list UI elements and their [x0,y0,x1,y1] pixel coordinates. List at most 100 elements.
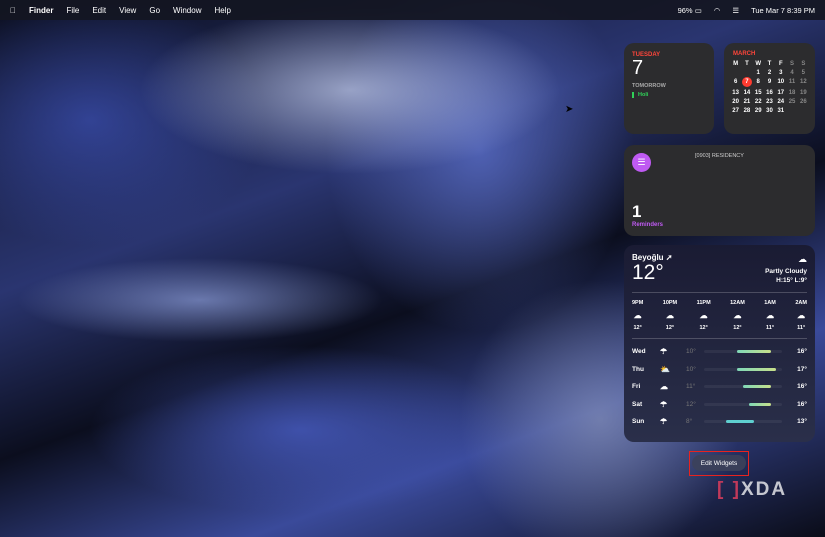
hour-label: 11PM [696,300,711,306]
low-temp: 11° [686,383,696,391]
weekday-header: W [755,61,762,67]
calendar-day[interactable]: 28 [741,108,752,114]
watermark-text: XDA [740,479,788,500]
day-name: Sun [632,418,645,426]
menu-edit[interactable]: Edit [92,6,106,15]
calendar-day[interactable]: 17 [775,90,786,96]
calendar-day[interactable]: 29 [753,108,764,114]
menu-file[interactable]: File [66,6,79,15]
weekday-header: S [790,61,795,67]
calendar-day[interactable]: 8 [753,79,764,87]
menu-window[interactable]: Window [173,6,201,15]
hour-item: 12AM ☁ 12° [730,300,745,331]
calendar-day[interactable]: 14 [741,90,752,96]
calendar-day[interactable]: 30 [764,108,775,114]
calendar-month-widget[interactable]: MARCH M T W T F S S 1 2 3 4 5 6 7 8 9 10 11 12 13 14 15 16 17 18… [724,43,815,134]
calendar-day[interactable]: 16 [764,90,775,96]
calendar-day[interactable]: 15 [753,90,764,96]
calendar-day[interactable]: 3 [775,70,786,76]
partly-cloudy-icon: ☁ [766,311,775,320]
calendar-day[interactable]: 26 [798,99,809,105]
calendar-day[interactable]: 24 [775,99,786,105]
hour-label: 2AM [795,300,807,306]
high-low: H:15° L:9° [776,277,807,284]
apple-menu-icon[interactable]:  [10,6,16,15]
calendar-day[interactable] [741,70,752,76]
menu-finder[interactable]: Finder [29,6,53,15]
calendar-day[interactable]: 23 [764,99,775,105]
low-temp: 8° [686,418,693,426]
calendar-day[interactable]: 11 [786,79,797,87]
month-name: MARCH [733,51,756,57]
calendar-day[interactable]: 13 [730,90,741,96]
calendar-day[interactable]: 1 [753,70,764,76]
hour-label: 1AM [764,300,776,306]
temp-range-bar [748,402,771,406]
low-temp: 10° [686,348,696,356]
xda-watermark: [ ]XDA [717,479,788,500]
weekday-header: T [745,61,749,67]
battery-icon: ▭ [694,5,702,15]
rain-cloud-icon: ☂ [660,399,668,409]
calendar-day[interactable]: 20 [730,99,741,105]
calendar-day[interactable]: 7 [741,77,752,87]
high-temp: 16° [797,383,807,391]
battery-status[interactable]: 96% ▭ [678,6,702,15]
mouse-cursor-icon: ➤ [565,104,574,115]
temp-range-track [704,367,782,371]
calendar-day[interactable]: 4 [786,70,797,76]
hour-label: 9PM [632,300,644,306]
temp-range-bar [743,385,771,389]
calendar-day[interactable] [730,70,741,76]
hour-label: 12AM [730,300,745,306]
hourly-forecast: 9PM ☁ 12° 10PM ☁ 12° 11PM ☁ 12° 12AM ☁ 12° 1AM ☁ 11° 2A… [632,300,807,331]
reminder-count: 1 [632,202,642,221]
hour-temp: 11° [766,325,775,331]
high-temp: 16° [797,400,807,408]
battery-percent: 96% [677,5,693,15]
menu-go[interactable]: Go [149,6,160,15]
location-arrow-icon: ➚ [665,253,673,262]
calendar-day[interactable]: 2 [764,70,775,76]
high-temp: 17° [797,365,807,373]
clock[interactable]: Tue Mar 7 8:39 PM [751,6,815,15]
weekday-header: S [801,61,806,67]
calendar-day-widget[interactable]: TUESDAY 7 TOMORROW Holi [624,43,714,134]
hour-temp: 12° [733,325,742,331]
reminders-widget[interactable]: ☰ [0903] RESIDENCY 1 Reminders [624,145,815,236]
calendar-day[interactable]: 9 [764,79,775,87]
temp-range-track [704,350,782,354]
rain-cloud-icon: ☂ [660,347,668,357]
hour-item: 1AM ☁ 11° [764,300,776,331]
wifi-icon[interactable]: ◠ [714,6,721,15]
temp-range-track [704,402,782,406]
partly-cloudy-icon: ☁ [699,311,708,320]
high-temp: 16° [797,348,807,356]
calendar-day[interactable]: 12 [798,79,809,87]
menu-help[interactable]: Help [214,6,230,15]
calendar-day[interactable]: 18 [786,90,797,96]
menu-view[interactable]: View [119,6,136,15]
control-center-icon[interactable]: ☰ [732,6,739,15]
temp-range-bar [737,367,777,371]
temp-range-bar [726,420,755,424]
daily-row: Sat ☂ 12° 16° [632,396,807,414]
calendar-day[interactable]: 25 [786,99,797,105]
partly-cloudy-icon: ☁ [733,311,742,320]
calendar-day[interactable]: 22 [753,99,764,105]
calendar-day[interactable]: 31 [775,108,786,114]
partly-cloudy-icon: ☁ [798,254,807,264]
calendar-day[interactable]: 10 [775,79,786,87]
condition: Partly Cloudy H:15° L:9° [765,267,807,285]
calendar-day[interactable]: 21 [741,99,752,105]
edit-widgets-button[interactable]: Edit Widgets [692,455,746,471]
day-name: Fri [632,383,641,391]
weather-widget[interactable]: Beyoğlu ➚ 12° ☁ Partly Cloudy H:15° L:9° … [624,245,815,442]
day-number: 7 [632,57,644,79]
calendar-day[interactable]: 19 [798,90,809,96]
calendar-day[interactable]: 6 [730,79,741,87]
hour-item: 9PM ☁ 12° [632,300,643,331]
calendar-day[interactable]: 5 [798,70,809,76]
calendar-day[interactable]: 27 [730,108,741,114]
tomorrow-label: TOMORROW [632,83,666,89]
